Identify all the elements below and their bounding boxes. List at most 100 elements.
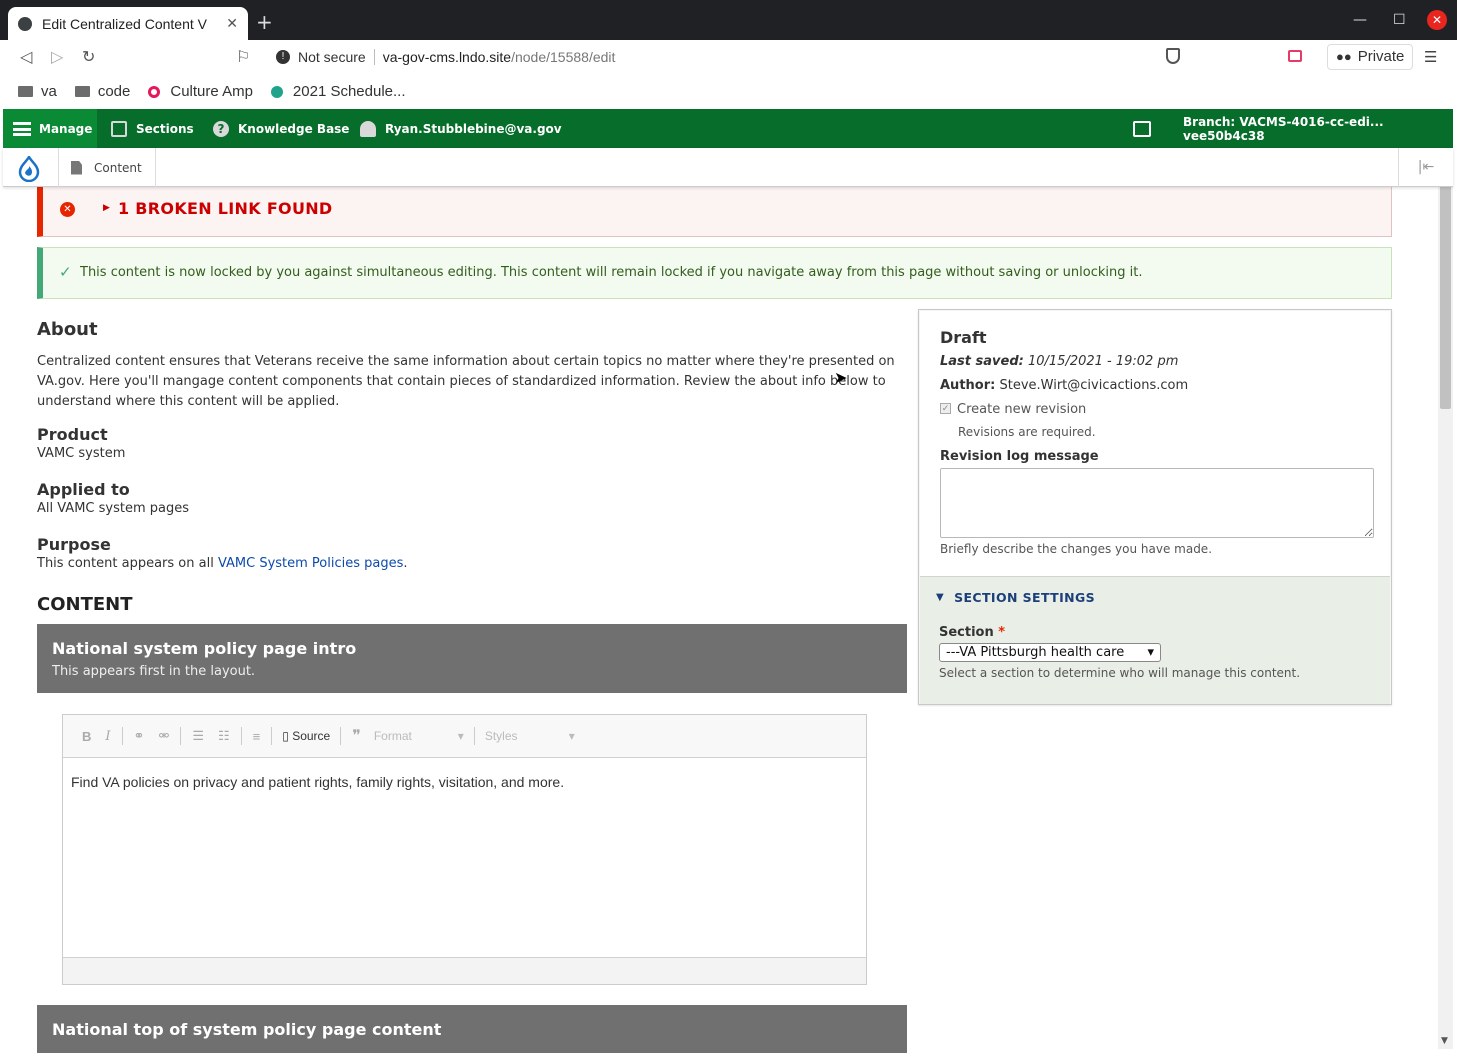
section-settings-label: SECTION SETTINGS	[954, 590, 1096, 605]
collapse-triangle-icon: ▼	[936, 592, 945, 603]
maximize-icon[interactable]: ☐	[1393, 12, 1406, 28]
about-text: Centralized content ensures that Veteran…	[37, 354, 895, 409]
revision-panel: Draft Last saved: 10/15/2021 - 19:02 pm …	[920, 311, 1390, 576]
create-revision-checkbox[interactable]: ✓	[940, 403, 951, 414]
revision-log-description: Briefly describe the changes you have ma…	[940, 542, 1213, 556]
bookmark-code[interactable]: code	[74, 83, 130, 100]
tray-content-link[interactable]: Content	[71, 148, 142, 187]
tab-close-icon[interactable]: ✕	[226, 16, 238, 32]
source-icon: ▯	[282, 729, 293, 743]
menu-icon[interactable]: ☰	[1424, 48, 1437, 66]
brave-shield-icon[interactable]	[1166, 48, 1180, 64]
broken-link-message: ✕ ▶ 1 BROKEN LINK FOUND	[37, 180, 1392, 237]
bookmark-label: Culture Amp	[170, 83, 253, 100]
toolbar-branch: Branch: VACMS-4016-cc-edi... vee50b4c38	[1183, 109, 1453, 148]
schedule-icon	[270, 85, 283, 98]
divider	[155, 148, 156, 187]
browser-titlebar: Edit Centralized Content V ✕ + — ☐ ✕	[0, 0, 1457, 40]
mouse-cursor-icon: ➤	[834, 368, 848, 387]
url-path: /node/15588/edit	[511, 49, 616, 65]
toolbar-calendar[interactable]	[1133, 109, 1160, 148]
new-tab-button[interactable]: +	[256, 10, 273, 34]
toolbar-sections[interactable]: Sections	[111, 109, 194, 148]
bookmark-va[interactable]: va	[18, 83, 57, 100]
admin-toolbar: Manage Sections ? Knowledge Base Ryan.St…	[3, 109, 1453, 148]
browser-tab[interactable]: Edit Centralized Content V ✕	[8, 7, 248, 40]
applied-to-label: Applied to	[37, 480, 130, 499]
editor-footer	[63, 957, 866, 984]
toolbar-sections-label: Sections	[136, 121, 194, 136]
revision-log-label: Revision log message	[940, 449, 1099, 464]
editor-body[interactable]: Find VA policies on privacy and patient …	[63, 758, 866, 958]
section-settings-toggle[interactable]: ▼ SECTION SETTINGS	[936, 590, 1095, 605]
section-select[interactable]: ---VA Pittsburgh health care ▾	[939, 643, 1161, 662]
editor-toolbar: B I ⚭ ⚮ ☰ ☷ ≡ ▯ Source ❞ Format ▾ Styles ▾	[63, 715, 866, 758]
blockquote-icon[interactable]: ❞	[352, 726, 361, 746]
content-heading: CONTENT	[37, 594, 133, 615]
private-window-button[interactable]: ●● Private	[1327, 44, 1414, 70]
bold-icon[interactable]: B	[82, 729, 91, 744]
toolbar-manage[interactable]: Manage	[3, 109, 97, 148]
drupal-logo-icon[interactable]	[18, 156, 40, 182]
bookmark-schedule[interactable]: 2021 Schedule...	[270, 83, 406, 100]
folder-icon	[18, 86, 33, 97]
horizontal-rule-icon[interactable]: ≡	[253, 729, 261, 744]
expand-triangle-icon[interactable]: ▶	[103, 203, 110, 213]
broken-link-summary[interactable]: 1 BROKEN LINK FOUND	[118, 199, 333, 218]
toolbar-user[interactable]: Ryan.Stubblebine@va.gov	[360, 109, 562, 148]
bookmark-culture-amp[interactable]: Culture Amp	[148, 83, 253, 100]
info-icon[interactable]: !	[276, 50, 290, 64]
divider	[271, 727, 273, 745]
purpose-value: This content appears on all VAMC System …	[37, 556, 408, 571]
reload-icon[interactable]: ↻	[82, 47, 95, 66]
styles-label: Styles	[484, 729, 518, 743]
tab-title: Edit Centralized Content V	[42, 15, 207, 32]
product-value: VAMC system	[37, 446, 126, 461]
bookmark-label: 2021 Schedule...	[292, 83, 406, 100]
link-icon[interactable]: ⚭	[134, 728, 145, 744]
unlink-icon[interactable]: ⚮	[158, 728, 169, 744]
forward-icon[interactable]: ▷	[51, 47, 63, 66]
section-description: Select a section to determine who will m…	[939, 666, 1301, 680]
divider	[473, 727, 475, 745]
numbered-list-icon[interactable]: ☷	[218, 728, 230, 744]
collapse-toolbar-icon[interactable]: |⇤	[1398, 148, 1453, 187]
author: Author: Steve.Wirt@civicactions.com	[940, 378, 1188, 393]
revision-log-textarea[interactable]	[940, 468, 1374, 538]
divider	[373, 49, 375, 65]
url-host: va-gov-cms.lndo.site	[382, 49, 512, 65]
private-glasses-icon: ●●	[1336, 49, 1352, 64]
bulleted-list-icon[interactable]: ☰	[192, 728, 204, 744]
italic-icon[interactable]: I	[105, 729, 110, 744]
section-selected-value: ---VA Pittsburgh health care	[946, 645, 1125, 660]
private-label: Private	[1357, 48, 1405, 65]
revisions-required-note: Revisions are required.	[958, 425, 1096, 439]
dropdown-arrow-icon: ▾	[457, 729, 464, 743]
moderation-state: Draft	[940, 328, 987, 347]
vamc-policies-link[interactable]: VAMC System Policies pages	[218, 556, 403, 571]
paragraph-header: National system policy page intro This a…	[37, 624, 907, 693]
toolbar-knowledge-base[interactable]: ? Knowledge Base	[213, 109, 349, 148]
entity-meta-sidebar: Draft Last saved: 10/15/2021 - 19:02 pm …	[918, 309, 1392, 705]
source-button[interactable]: ▯ Source	[282, 729, 330, 743]
divider	[240, 727, 242, 745]
paragraph-title: National system policy page intro	[52, 639, 357, 658]
section-label-text: Section	[939, 625, 994, 640]
section-settings-panel: ▼ SECTION SETTINGS Section * ---VA Pitts…	[920, 576, 1390, 704]
tray-content-label: Content	[94, 160, 142, 175]
rich-text-editor: B I ⚭ ⚮ ☰ ☷ ≡ ▯ Source ❞ Format ▾ Styles ▾…	[62, 714, 867, 985]
url-field[interactable]: ! Not secure va-gov-cms.lndo.site /node/…	[266, 44, 1191, 70]
bookmark-icon[interactable]: ⚐	[236, 47, 250, 66]
scrollbar-thumb[interactable]	[1440, 173, 1451, 409]
branch-label: Branch: VACMS-4016-cc-edi... vee50b4c38	[1183, 114, 1384, 143]
last-saved: Last saved: 10/15/2021 - 19:02 pm	[940, 354, 1178, 369]
scroll-down-icon[interactable]: ▼	[1441, 1036, 1448, 1046]
error-icon: ✕	[60, 202, 75, 217]
window-close-icon[interactable]: ✕	[1427, 10, 1447, 30]
format-dropdown[interactable]: Format ▾	[374, 729, 464, 743]
wallet-icon[interactable]	[1288, 50, 1302, 62]
minimize-icon[interactable]: —	[1353, 12, 1367, 28]
browser-chrome: Edit Centralized Content V ✕ + — ☐ ✕ ◁ ▷…	[0, 0, 1457, 109]
styles-dropdown[interactable]: Styles ▾	[485, 729, 575, 743]
back-icon[interactable]: ◁	[20, 47, 32, 66]
